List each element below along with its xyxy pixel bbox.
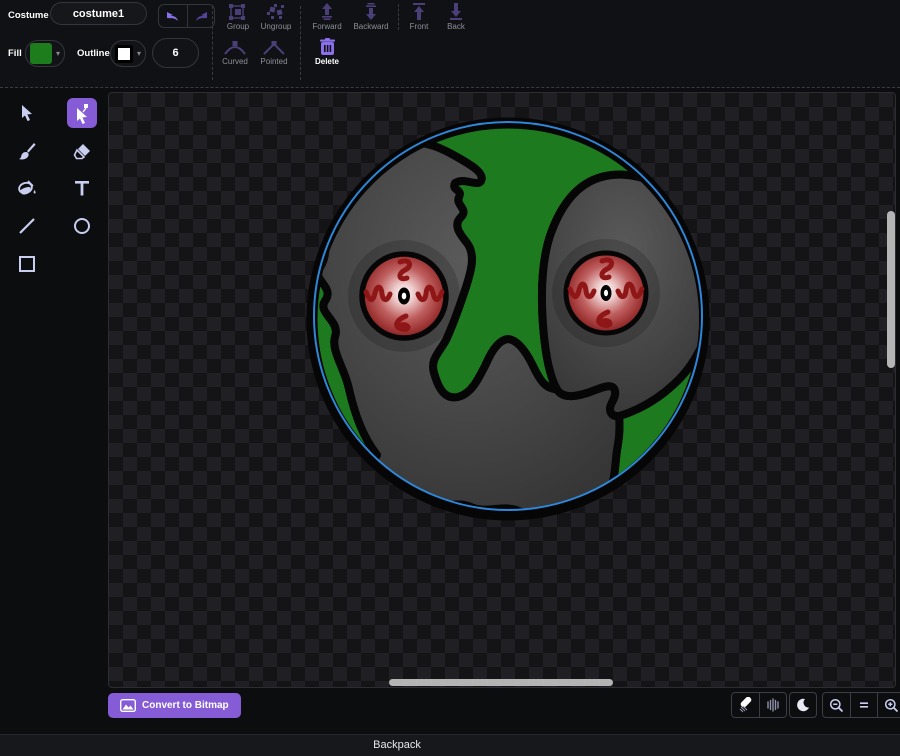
left-eye (348, 240, 460, 352)
outline-color-button[interactable]: ▾ (110, 40, 146, 67)
convert-to-bitmap-label: Convert to Bitmap (142, 700, 229, 711)
tool-line[interactable] (12, 211, 42, 241)
curved-icon (224, 41, 246, 55)
ungroup-button[interactable]: Ungroup (256, 4, 296, 31)
dark-mode-button[interactable] (790, 693, 816, 717)
front-button[interactable]: Front (404, 3, 434, 31)
vertical-scrollbar[interactable] (887, 211, 895, 368)
chevron-down-icon: ▾ (55, 49, 60, 58)
convert-to-bitmap-button[interactable]: Convert to Bitmap (108, 693, 241, 718)
paint-canvas[interactable] (108, 92, 896, 688)
right-eye (552, 239, 660, 347)
fill-color-button[interactable]: ▾ (25, 40, 65, 67)
tool-reshape[interactable] (67, 98, 97, 128)
mode-toggle-group (731, 692, 787, 718)
paint-editor: Costume Group (0, 0, 900, 756)
redo-icon (195, 12, 207, 21)
undo-icon (166, 12, 178, 21)
line-icon (19, 218, 35, 234)
select-arrow-icon (22, 105, 32, 122)
bitmap-image-icon (120, 699, 136, 712)
crayon-icon (739, 697, 751, 713)
forward-icon (322, 3, 332, 20)
tool-brush[interactable] (12, 136, 42, 166)
moon-icon (797, 698, 809, 712)
redo-button[interactable] (186, 5, 215, 27)
zoom-controls (822, 692, 900, 718)
theme-group (789, 692, 817, 718)
backward-button[interactable]: Backward (348, 3, 394, 31)
outline-swatch (115, 44, 133, 63)
text-icon (75, 181, 89, 196)
fill-swatch (30, 43, 52, 64)
trash-icon (319, 38, 335, 55)
backpack-label: Backpack (373, 739, 421, 751)
tool-select[interactable] (12, 98, 42, 128)
undo-redo-group (158, 4, 215, 28)
costume-name-input[interactable] (50, 2, 147, 25)
tool-circle[interactable] (67, 211, 97, 241)
fill-bucket-icon (18, 180, 36, 195)
tool-eraser[interactable] (67, 136, 97, 166)
backward-icon (366, 3, 376, 20)
zoom-reset-icon (860, 702, 868, 708)
back-button[interactable]: Back (441, 3, 471, 31)
back-icon (450, 3, 462, 20)
horizontal-scrollbar[interactable] (389, 679, 613, 686)
toolbar-separator (398, 4, 399, 30)
reshape-icon (77, 104, 88, 124)
toolbar-separator (300, 6, 301, 80)
ungroup-icon (267, 4, 284, 19)
forward-button[interactable]: Forward (306, 3, 348, 31)
zoom-out-icon (829, 698, 844, 712)
delete-button[interactable]: Delete (308, 38, 346, 66)
outline-label: Outline (77, 48, 110, 59)
costume-artwork (306, 117, 710, 521)
rectangle-icon (19, 256, 35, 272)
zoom-reset-button[interactable] (850, 693, 877, 717)
pointed-button[interactable]: Pointed (254, 40, 294, 66)
tool-text[interactable] (67, 173, 97, 203)
tool-fill[interactable] (12, 173, 42, 203)
zoom-in-button[interactable] (877, 693, 900, 717)
zoom-out-button[interactable] (823, 693, 850, 717)
lines-toggle-button[interactable] (759, 693, 786, 717)
group-icon (229, 4, 245, 20)
group-button[interactable]: Group (221, 4, 255, 31)
tool-rectangle[interactable] (12, 249, 42, 279)
costume-label: Costume (8, 10, 49, 21)
lines-icon (767, 698, 779, 712)
chevron-down-icon: ▾ (136, 49, 141, 58)
brush-icon (19, 143, 36, 160)
undo-button[interactable] (159, 5, 187, 27)
front-icon (413, 3, 425, 20)
eraser-icon (73, 144, 90, 160)
toolbar: Costume Group (0, 0, 900, 88)
circle-icon (74, 218, 90, 234)
pointed-icon (263, 41, 285, 55)
crayon-toggle-button[interactable] (732, 693, 759, 717)
backpack-bar[interactable]: Backpack (0, 734, 900, 756)
stroke-width-input[interactable] (152, 38, 199, 68)
toolbar-separator (212, 6, 213, 80)
curved-button[interactable]: Curved (216, 40, 254, 66)
fill-label: Fill (8, 48, 22, 59)
zoom-in-icon (884, 698, 898, 712)
